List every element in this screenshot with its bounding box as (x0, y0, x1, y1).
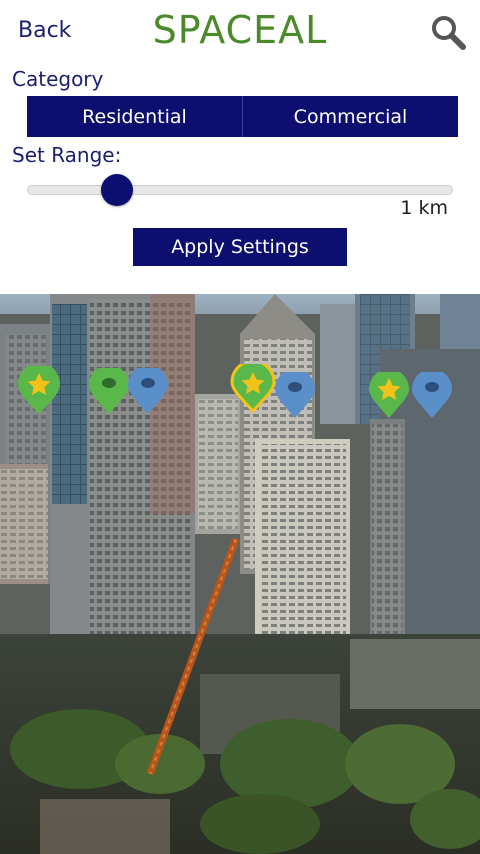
search-icon (432, 16, 466, 50)
range-value: 1 km (400, 197, 448, 219)
blue-pin[interactable] (272, 372, 318, 420)
camera-view (0, 294, 480, 854)
back-button[interactable]: Back (18, 18, 71, 43)
map-pin-icon (412, 372, 452, 418)
top-bar: Back SPACEAL (0, 0, 480, 62)
app-title: SPACEAL (152, 8, 328, 52)
range-slider[interactable] (27, 174, 453, 206)
search-button[interactable] (428, 12, 468, 52)
map-pin-icon (275, 372, 315, 418)
blue-pin[interactable] (409, 372, 455, 420)
blue-pin[interactable] (125, 368, 171, 416)
green-star-pin[interactable] (366, 372, 412, 420)
map-pin-icon (128, 368, 168, 414)
range-label: Set Range: (12, 143, 122, 167)
map-pin-star-icon (230, 364, 276, 414)
category-label: Category (12, 67, 104, 91)
category-residential-button[interactable]: Residential (27, 96, 242, 137)
map-pin-star-icon (369, 372, 409, 418)
range-slider-thumb[interactable] (101, 174, 134, 206)
green-star-pin-selected[interactable] (228, 364, 278, 414)
map-pin-star-icon (18, 366, 60, 414)
category-commercial-button[interactable]: Commercial (242, 96, 458, 137)
apply-settings-button[interactable]: Apply Settings (133, 228, 347, 266)
category-selector: Residential Commercial (27, 96, 458, 137)
green-star-pin[interactable] (14, 366, 64, 416)
